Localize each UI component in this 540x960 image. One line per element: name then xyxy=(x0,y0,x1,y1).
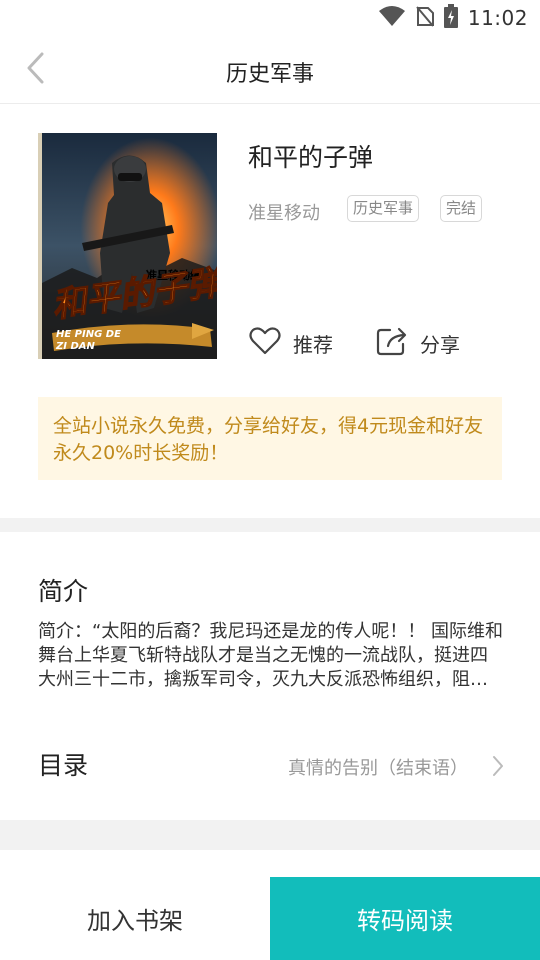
recommend-button[interactable]: 推荐 xyxy=(249,325,333,361)
bottom-action-bar: 加入书架 转码阅读 xyxy=(0,877,540,960)
book-author: 准星移动 xyxy=(248,203,320,224)
battery-charging-icon xyxy=(443,4,458,32)
book-cover: 准星移动编 和平的子弹 HE PING DE ZI DAN xyxy=(38,133,217,359)
promo-banner[interactable]: 全站小说永久免费，分享给好友，得4元现金和好友永久20%时长奖励！ xyxy=(38,397,502,480)
status-tag: 完结 xyxy=(440,195,483,222)
share-icon xyxy=(376,326,408,361)
recommend-label: 推荐 xyxy=(293,332,333,357)
section-divider xyxy=(0,820,540,850)
book-title: 和平的子弹 xyxy=(248,143,374,172)
cover-pinyin-line-1: HE PING DE xyxy=(56,329,121,340)
status-icons: 11:02 xyxy=(378,4,528,32)
category-tag: 历史军事 xyxy=(347,195,420,222)
nav-bar: 历史军事 xyxy=(0,36,540,104)
section-divider xyxy=(0,518,540,532)
intro-heading: 简介 xyxy=(38,577,89,606)
read-button[interactable]: 转码阅读 xyxy=(270,877,540,960)
page-title: 历史军事 xyxy=(225,62,314,87)
intro-text[interactable]: 简介：“太阳的后裔？我尼玛还是龙的传人呢！！ 国际维和舞台上华夏飞斩特战队才是当… xyxy=(38,620,504,692)
cover-pinyin-line-2: ZI DAN xyxy=(55,341,95,352)
share-button[interactable]: 分享 xyxy=(376,325,460,361)
latest-chapter: 真情的告别（结束语） xyxy=(288,758,468,779)
no-sim-icon xyxy=(416,5,434,31)
toc-heading: 目录 xyxy=(38,751,89,780)
chevron-right-icon xyxy=(492,755,504,781)
wifi-icon xyxy=(378,5,406,31)
heart-icon xyxy=(249,326,281,360)
share-label: 分享 xyxy=(420,332,460,357)
status-time: 11:02 xyxy=(467,6,528,30)
status-bar: 11:02 xyxy=(0,0,540,36)
add-to-shelf-button[interactable]: 加入书架 xyxy=(0,877,270,960)
toc-row[interactable]: 目录 真情的告别（结束语） xyxy=(0,730,540,800)
